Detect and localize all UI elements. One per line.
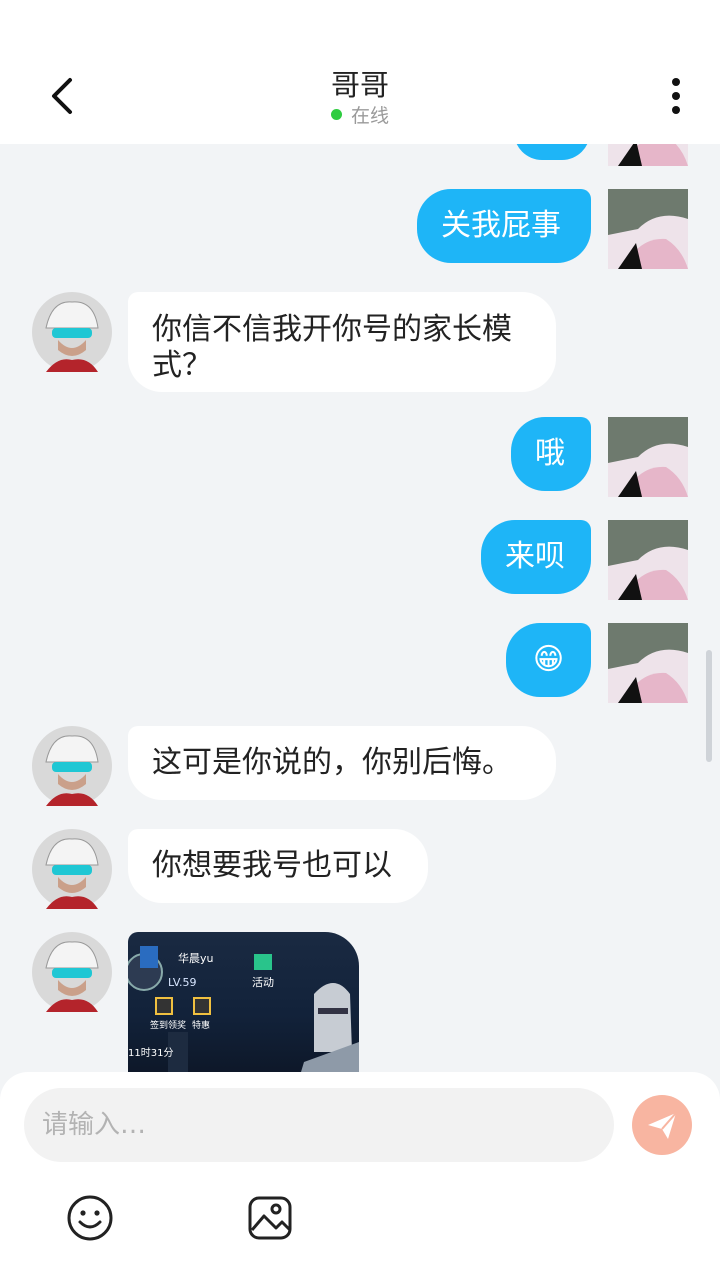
message-text-line-2: 式？ — [152, 348, 212, 383]
message-bubble-sent[interactable]: 关我屁事 — [417, 189, 591, 263]
my-avatar[interactable] — [608, 144, 688, 166]
online-dot — [330, 109, 342, 120]
send-button[interactable] — [632, 1095, 692, 1155]
contact-avatar[interactable] — [32, 726, 112, 806]
my-avatar[interactable] — [608, 520, 688, 600]
message-bubble-received[interactable]: 这可是你说的，你别后悔。 — [128, 726, 556, 800]
message-text: 这可是你说的，你别后悔。 — [152, 745, 512, 780]
send-icon — [648, 1112, 677, 1139]
image-picker-button[interactable] — [246, 1194, 294, 1242]
image-player-name: 华晨yu — [178, 952, 214, 965]
image-time-label: 11时31分 — [128, 1048, 174, 1059]
my-avatar[interactable] — [608, 189, 688, 269]
image-message[interactable]: 华晨yu LV.59 活动 签到领奖 特惠 11时31分 — [128, 932, 359, 1072]
composer-panel: 请输入… — [0, 1072, 720, 1280]
message-input[interactable]: 请输入… — [24, 1088, 614, 1162]
message-text: 哦 — [535, 436, 565, 471]
online-status: 在线 — [0, 101, 720, 128]
more-options-button[interactable] — [652, 72, 700, 120]
contact-name: 哥哥 — [330, 68, 389, 102]
message-text-line-1: 你信不信我开你号的家长模 — [152, 312, 512, 347]
more-vertical-icon — [672, 78, 680, 114]
message-bubble-partial[interactable] — [514, 144, 590, 160]
status-label: 在线 — [350, 105, 389, 127]
emoji-button[interactable] — [66, 1194, 114, 1242]
message-text: 关我屁事 — [441, 208, 561, 243]
contact-avatar[interactable] — [32, 932, 112, 1012]
message-bubble-received[interactable]: 你信不信我开你号的家长模 式？ — [128, 292, 556, 392]
message-bubble-sent[interactable]: 哦 — [511, 417, 591, 491]
message-bubble-sent[interactable]: 来呗 — [481, 520, 591, 594]
message-text: 来呗 — [505, 539, 565, 574]
image-checkin-label: 签到领奖 — [150, 1021, 187, 1031]
emoji-icon — [67, 1195, 113, 1241]
image-level: LV.59 — [168, 976, 197, 989]
image-activity-label: 活动 — [252, 976, 274, 989]
contact-avatar[interactable] — [32, 829, 112, 909]
my-avatar[interactable] — [608, 623, 688, 703]
message-list[interactable]: 关我屁事 你信不信我开你号的家长模 式？ 哦 来呗 😁 这可是你说的，你别后悔。 — [0, 144, 720, 1072]
image-icon — [248, 1196, 292, 1240]
my-avatar[interactable] — [608, 417, 688, 497]
message-bubble-sent-emoji[interactable]: 😁 — [506, 623, 591, 697]
contact-avatar[interactable] — [32, 292, 112, 372]
image-special-label: 特惠 — [192, 1021, 211, 1031]
scrollbar[interactable] — [706, 650, 712, 762]
message-text: 你想要我号也可以 — [152, 848, 392, 883]
chat-header: 哥哥 在线 — [0, 0, 720, 144]
message-bubble-received[interactable]: 你想要我号也可以 — [128, 829, 428, 903]
grinning-emoji-icon: 😁 — [532, 642, 565, 677]
